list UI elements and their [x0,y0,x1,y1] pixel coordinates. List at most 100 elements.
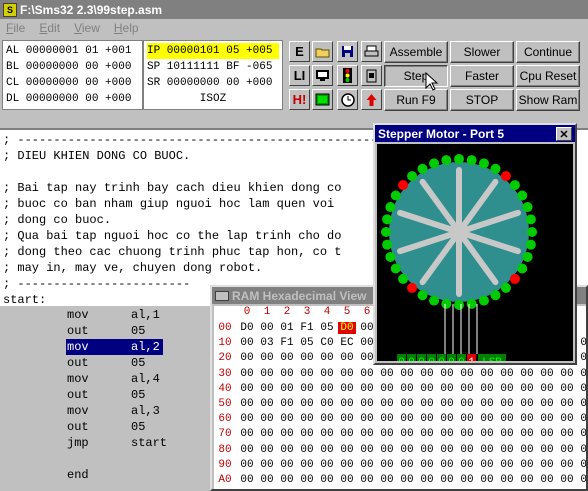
menu-file[interactable]: File [6,21,25,35]
ram-cell[interactable]: 00 [358,474,376,486]
ram-cell[interactable]: 00 [538,474,556,486]
ram-cell[interactable]: 00 [578,444,586,456]
ram-cell[interactable]: 00 [578,474,586,486]
ram-cell[interactable]: 00 [398,459,416,471]
ram-cell[interactable]: 05 [298,337,316,349]
ram-cell[interactable]: 00 [418,459,436,471]
memory-icon[interactable] [361,65,382,86]
ram-cell[interactable]: 00 [518,383,536,395]
ram-cell[interactable]: 00 [578,337,586,349]
ram-cell[interactable]: 00 [338,398,356,410]
stop-button[interactable]: STOP [450,89,514,111]
ram-cell[interactable]: 00 [518,413,536,425]
ram-cell[interactable]: 00 [358,444,376,456]
ram-cell[interactable]: 00 [358,428,376,440]
ram-cell[interactable]: 00 [298,444,316,456]
faster-button[interactable]: Faster [450,65,514,87]
ram-cell[interactable]: 00 [578,459,586,471]
ram-cell[interactable]: 00 [378,368,396,380]
ram-cell[interactable]: 00 [458,413,476,425]
ram-cell[interactable]: 00 [578,352,586,364]
ram-cell[interactable]: 00 [398,383,416,395]
ram-cell[interactable]: 00 [498,444,516,456]
ram-cell[interactable]: 00 [578,428,586,440]
ram-cell[interactable]: 00 [438,413,456,425]
ram-cell[interactable]: 00 [518,398,536,410]
ram-cell[interactable]: 00 [478,459,496,471]
ram-cell[interactable]: 00 [338,413,356,425]
save-icon[interactable] [337,41,358,62]
ram-cell[interactable]: 00 [438,474,456,486]
ram-cell[interactable]: 00 [338,444,356,456]
ram-cell[interactable]: 00 [238,428,256,440]
ram-cell[interactable]: 00 [378,383,396,395]
ram-cell[interactable]: 00 [318,368,336,380]
ram-cell[interactable]: 00 [258,322,276,334]
ram-cell[interactable]: 00 [238,383,256,395]
ram-cell[interactable]: 00 [518,459,536,471]
close-icon[interactable]: ✕ [556,127,572,141]
ram-cell[interactable]: 00 [238,352,256,364]
ram-cell[interactable]: 00 [498,398,516,410]
ram-cell[interactable]: 00 [558,459,576,471]
ram-cell[interactable]: 00 [438,368,456,380]
ram-cell[interactable]: D0 [238,322,256,334]
ram-cell[interactable]: 00 [558,398,576,410]
ram-cell[interactable]: 00 [318,352,336,364]
ram-cell[interactable]: 00 [478,444,496,456]
ram-cell[interactable]: 00 [558,444,576,456]
ram-cell[interactable]: 00 [578,413,586,425]
ram-cell[interactable]: 00 [318,383,336,395]
ram-cell[interactable]: 00 [538,413,556,425]
printer-icon[interactable] [361,41,382,62]
ram-cell[interactable]: 00 [298,352,316,364]
ram-cell[interactable]: 00 [418,398,436,410]
ram-cell[interactable]: 00 [338,368,356,380]
ram-cell[interactable]: 00 [458,398,476,410]
ram-cell[interactable]: 00 [378,459,396,471]
ram-cell[interactable]: 00 [418,383,436,395]
ram-cell[interactable]: 00 [258,444,276,456]
ram-cell[interactable]: 00 [518,474,536,486]
ram-cell[interactable]: 00 [538,444,556,456]
ram-cell[interactable]: 00 [258,368,276,380]
ram-cell[interactable]: 00 [458,444,476,456]
ram-cell[interactable]: 00 [258,398,276,410]
ram-cell[interactable]: 00 [518,428,536,440]
ram-cell[interactable]: 00 [378,398,396,410]
clock-icon[interactable] [337,89,358,110]
ram-cell[interactable]: 00 [538,428,556,440]
ram-cell[interactable]: 00 [538,368,556,380]
open-folder-icon[interactable] [312,41,333,62]
ram-cell[interactable]: 00 [278,352,296,364]
ram-cell[interactable]: 00 [358,413,376,425]
ram-cell[interactable]: 00 [258,352,276,364]
ram-cell[interactable]: 00 [558,368,576,380]
lcd-icon[interactable] [312,89,333,110]
ram-cell[interactable]: 00 [558,428,576,440]
ram-cell[interactable]: EC [338,337,356,349]
ram-cell[interactable]: 00 [538,398,556,410]
ram-cell[interactable]: 00 [478,398,496,410]
ram-cell[interactable]: 00 [458,474,476,486]
halt-icon[interactable]: H! [289,89,310,110]
ram-cell[interactable]: 00 [418,368,436,380]
ram-cell[interactable]: 00 [298,398,316,410]
ram-cell[interactable]: 00 [298,413,316,425]
ram-cell[interactable]: 00 [338,459,356,471]
slower-button[interactable]: Slower [450,41,514,63]
ram-cell[interactable]: 00 [278,368,296,380]
ram-cell[interactable]: 00 [238,337,256,349]
ram-cell[interactable]: 00 [278,428,296,440]
ram-cell[interactable]: 00 [378,428,396,440]
ram-cell[interactable]: 00 [238,398,256,410]
ram-cell[interactable]: 00 [498,413,516,425]
ram-cell[interactable]: 00 [318,398,336,410]
monitor-icon[interactable] [312,65,333,86]
traffic-light-icon[interactable] [337,65,358,86]
ram-cell[interactable]: 05 [318,322,336,334]
ram-cell[interactable]: 00 [318,459,336,471]
ram-cell[interactable]: 00 [318,413,336,425]
edit-icon[interactable]: E [289,41,310,62]
ram-cell[interactable]: 00 [438,428,456,440]
